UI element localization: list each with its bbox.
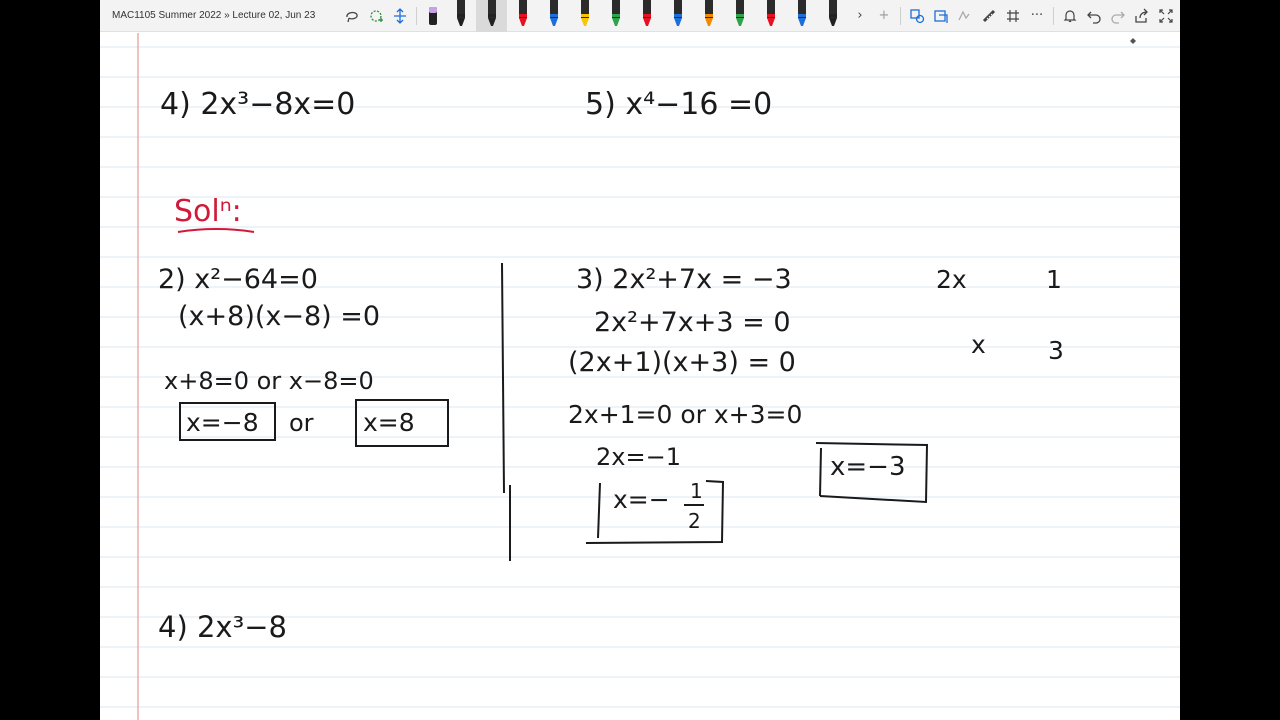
lasso-icon[interactable]	[340, 4, 364, 28]
p2-line-2: (x+8)(x−8) =0	[178, 301, 380, 332]
toolbar-separator	[416, 6, 417, 25]
p3-line-4: 2x+1=0 or x+3=0	[568, 400, 802, 429]
toolbar-separator	[1053, 6, 1054, 25]
move-icon[interactable]	[388, 4, 412, 28]
ink-to-math-icon[interactable]	[953, 4, 977, 28]
ink-layer: 4) 2x³−8x=0 5) x⁴−16 =0 Solⁿ: 2) x²−64=0…	[100, 33, 1180, 720]
add-pen-icon[interactable]: +	[872, 4, 896, 28]
onenote-window: MAC1105 Summer 2022 » Lecture 02, Jun 23…	[100, 0, 1180, 720]
p3-answer-1-denominator: 2	[688, 509, 701, 533]
shapes-icon[interactable]	[905, 4, 929, 28]
pen-11-icon[interactable]	[755, 0, 786, 32]
factor-grid-2x: 2x	[936, 265, 967, 294]
pen-10-icon[interactable]	[724, 0, 755, 32]
share-icon[interactable]	[1130, 4, 1154, 28]
problem-4-bottom: 4) 2x³−8	[158, 610, 287, 644]
p2-line-1: 2) x²−64=0	[158, 264, 318, 295]
pen-13-icon[interactable]	[817, 0, 848, 32]
toolbar-separator	[900, 6, 901, 25]
pen-4-icon[interactable]	[538, 0, 569, 32]
p3-line-3: (2x+1)(x+3) = 0	[568, 347, 796, 378]
ruler-icon[interactable]	[977, 4, 1001, 28]
undo-icon[interactable]	[1082, 4, 1106, 28]
ink-to-shape-icon[interactable]	[929, 4, 953, 28]
full-screen-icon[interactable]	[1154, 4, 1178, 28]
pen-6-icon[interactable]	[600, 0, 631, 32]
resize-handle-icon[interactable]	[1130, 38, 1136, 44]
p3-line-5: 2x=−1	[596, 443, 681, 471]
math-grid-icon[interactable]	[1001, 4, 1025, 28]
pen-3-icon[interactable]	[507, 0, 538, 32]
factor-grid-1: 1	[1046, 265, 1062, 294]
more-pens-chevron-icon[interactable]: ›	[848, 4, 872, 28]
pen-8-icon[interactable]	[662, 0, 693, 32]
p3-answer-1: x=−	[613, 485, 670, 514]
eraser-icon[interactable]	[421, 4, 445, 28]
pen-7-icon[interactable]	[631, 0, 662, 32]
note-canvas[interactable]: 4) 2x³−8x=0 5) x⁴−16 =0 Solⁿ: 2) x²−64=0…	[100, 33, 1180, 720]
divider-line	[501, 262, 511, 561]
p2-line-3: x+8=0 or x−8=0	[164, 367, 374, 395]
add-space-icon[interactable]	[364, 4, 388, 28]
p2-answer-2: x=8	[363, 408, 415, 437]
p3-answer-1-numerator: 1	[690, 479, 703, 503]
more-options-icon[interactable]: ···	[1025, 4, 1049, 28]
pen-5-icon[interactable]	[569, 0, 600, 32]
bell-icon[interactable]	[1058, 4, 1082, 28]
p3-line-2: 2x²+7x+3 = 0	[594, 307, 791, 338]
p3-answer-2: x=−3	[830, 452, 906, 482]
p2-or: or	[289, 409, 314, 437]
pen-9-icon[interactable]	[693, 0, 724, 32]
factor-grid-3: 3	[1048, 336, 1064, 365]
problem-5-top: 5) x⁴−16 =0	[585, 87, 772, 122]
pen-12-icon[interactable]	[786, 0, 817, 32]
pen-1-icon[interactable]	[445, 0, 476, 32]
problem-4-top: 4) 2x³−8x=0	[160, 87, 355, 122]
pen-palette	[445, 0, 848, 32]
pen-2-icon[interactable]	[476, 0, 507, 32]
solution-underline	[177, 227, 255, 233]
p2-answer-1: x=−8	[186, 408, 259, 437]
page-title: MAC1105 Summer 2022 » Lecture 02, Jun 23	[112, 10, 316, 21]
factor-grid-x: x	[971, 330, 986, 359]
redo-icon[interactable]	[1106, 4, 1130, 28]
p3-line-1: 3) 2x²+7x = −3	[576, 264, 792, 295]
solution-heading: Solⁿ:	[174, 194, 242, 229]
draw-toolbar: MAC1105 Summer 2022 » Lecture 02, Jun 23…	[100, 0, 1180, 32]
